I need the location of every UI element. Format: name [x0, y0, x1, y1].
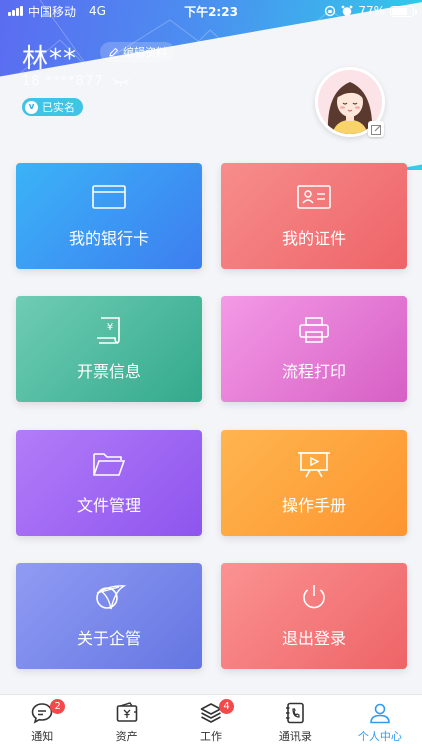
battery-icon: [390, 5, 417, 17]
tile-id-documents[interactable]: 我的证件: [221, 163, 407, 269]
tile-logout[interactable]: 退出登录: [221, 563, 407, 669]
tile-user-manual-label: 操作手册: [281, 496, 346, 515]
phone-number: 18 ****877: [22, 74, 104, 89]
battery-percent: 77%: [358, 4, 385, 18]
clock: 下午2:23: [184, 4, 238, 19]
carrier: 中国移动: [28, 4, 77, 19]
tab-assets[interactable]: 资产: [84, 695, 168, 750]
printer-icon: [299, 317, 329, 343]
tab-assets-label: 资产: [115, 730, 138, 743]
notifications-badge: 2: [50, 699, 66, 714]
contacts-phone-icon: [286, 702, 305, 724]
tab-profile[interactable]: 个人中心: [338, 695, 422, 750]
work-badge: 4: [219, 699, 235, 714]
person-icon: [370, 703, 390, 724]
tab-contacts[interactable]: 通讯录: [253, 695, 337, 750]
change-avatar-icon[interactable]: [368, 121, 384, 137]
tile-user-manual[interactable]: 操作手册: [221, 430, 407, 536]
tab-profile-label: 个人中心: [357, 730, 402, 743]
tile-about-company[interactable]: 关于企管: [16, 563, 202, 669]
verified-label: 已实名: [42, 101, 75, 114]
user-name: 林**: [22, 44, 78, 74]
tab-work[interactable]: 工作 4: [169, 695, 253, 750]
company-logo-icon: [96, 585, 127, 610]
invoice-yen-icon: ¥: [97, 317, 120, 344]
tab-work-label: 工作: [200, 730, 223, 743]
bank-card-icon: [92, 185, 126, 209]
tile-logout-label: 退出登录: [281, 629, 346, 648]
tile-bank-card-label: 我的银行卡: [68, 229, 149, 248]
phone-number-row: 18 ****877: [22, 74, 130, 89]
pencil-icon: [109, 47, 119, 57]
verified-mark: v: [25, 100, 38, 114]
signal-icon: [8, 6, 23, 16]
edit-profile-label: 编辑资料: [123, 46, 167, 59]
rotation-lock-icon: [325, 5, 336, 17]
tile-invoice-info[interactable]: ¥ 开票信息: [16, 296, 202, 402]
presentation-icon: [298, 452, 330, 478]
tile-id-documents-label: 我的证件: [281, 229, 346, 248]
tab-notifications-label: 通知: [31, 730, 54, 743]
wallet-icon: [116, 702, 137, 722]
tile-process-print[interactable]: 流程打印: [221, 296, 407, 402]
invoice-yen-symbol: ¥: [107, 322, 113, 333]
folder-icon: [93, 453, 126, 476]
edit-profile-button[interactable]: 编辑资料: [100, 42, 175, 62]
tile-about-company-label: 关于企管: [76, 629, 141, 648]
tab-contacts-label: 通讯录: [278, 730, 312, 743]
tile-file-management-label: 文件管理: [76, 496, 141, 515]
network-type: 4G: [89, 4, 106, 18]
tile-invoice-info-label: 开票信息: [76, 362, 141, 381]
hide-eye-icon[interactable]: [112, 77, 130, 87]
id-card-icon: [297, 185, 331, 209]
status-bar: 中国移动 4G 下午2:23 77%: [0, 0, 422, 22]
alarm-icon: [341, 5, 353, 16]
power-icon: [303, 585, 325, 609]
tile-process-print-label: 流程打印: [281, 362, 346, 381]
tile-file-management[interactable]: 文件管理: [16, 430, 202, 536]
bottom-tab-bar: 通知 2 资产 工作 4 通讯录 个人中心: [0, 694, 422, 750]
verified-badge: v 已实名: [22, 98, 83, 116]
tab-notifications[interactable]: 通知 2: [0, 695, 84, 750]
tile-bank-card[interactable]: 我的银行卡: [16, 163, 202, 269]
